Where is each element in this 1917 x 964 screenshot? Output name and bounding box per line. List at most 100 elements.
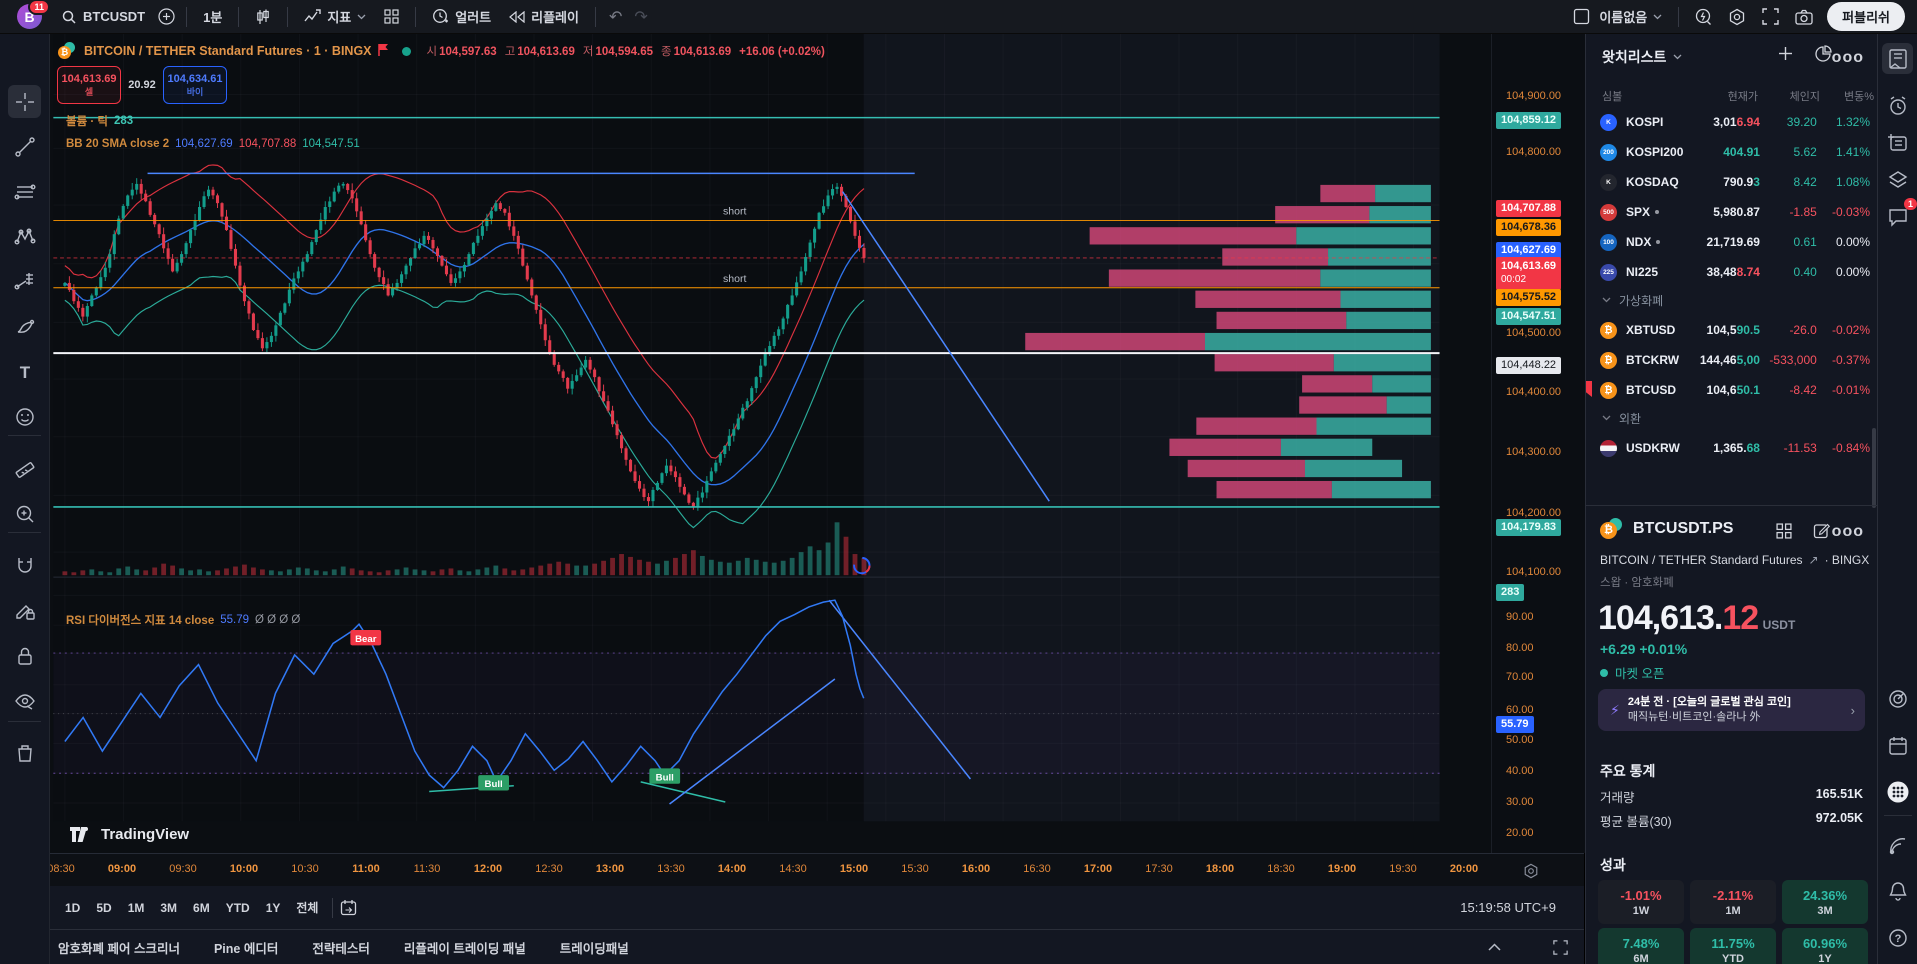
- hide-drawings-tool-button[interactable]: [8, 684, 41, 717]
- symbol-meta: 스왑 · 암호화폐: [1600, 577, 1674, 589]
- watchlist-add-icon[interactable]: [1777, 45, 1794, 67]
- calendar-panel-button[interactable]: [1882, 730, 1913, 761]
- range-button-1y[interactable]: 1Y: [259, 897, 288, 919]
- bottom-tab[interactable]: 암호화폐 페어 스크리너: [58, 938, 180, 957]
- volume-legend[interactable]: 볼륨 · 틱 283: [66, 113, 133, 129]
- external-link-icon[interactable]: ↗: [1809, 553, 1819, 567]
- zoom-in-tool-button[interactable]: [8, 497, 41, 530]
- alert-button[interactable]: 얼러트: [423, 3, 500, 31]
- watchlist-row[interactable]: 225 NI225 38,488.74 0.40 0.00%: [1586, 257, 1878, 287]
- bottom-tab[interactable]: 트레이딩패널: [560, 938, 629, 957]
- watchlist-row[interactable]: 200 KOSPI200 404.91 5.62 1.41%: [1586, 137, 1878, 167]
- indicators-button[interactable]: 지표: [295, 3, 375, 31]
- text-tool-button[interactable]: T: [8, 355, 41, 388]
- price-axis[interactable]: 104,900.00 104,859.12 104,800.00 104,707.88…: [1491, 33, 1585, 853]
- alerts-panel-button[interactable]: [1882, 90, 1913, 121]
- add-symbol-icon[interactable]: [158, 8, 175, 25]
- help-panel-button[interactable]: ?: [1882, 922, 1913, 953]
- redo-icon[interactable]: ↷: [628, 7, 653, 27]
- range-button-5d[interactable]: 5D: [89, 897, 118, 919]
- watchlist-row[interactable]: ₿ BTCUSD 104,650.1 -8.42 -0.01%: [1586, 375, 1878, 405]
- crosshair-tool-button[interactable]: [8, 85, 41, 118]
- range-button-1d[interactable]: 1D: [58, 897, 87, 919]
- symbol-edit-icon[interactable]: [1813, 522, 1831, 544]
- bottom-tab[interactable]: 리플레이 트레이딩 패널: [404, 938, 526, 957]
- panel-collapse-icon[interactable]: [1488, 943, 1501, 951]
- watchlist-scrollbar[interactable]: [1872, 428, 1876, 508]
- watchlist-panel-button[interactable]: [1882, 43, 1913, 74]
- indicator-templates-button[interactable]: [375, 3, 408, 31]
- magnet-tool-button[interactable]: [8, 549, 41, 582]
- watchlist-header[interactable]: 왓치리스트: [1602, 47, 1682, 67]
- symbol-grid-icon[interactable]: [1776, 523, 1792, 544]
- trend-line-tool-button[interactable]: [8, 130, 41, 163]
- object-tree-panel-button[interactable]: [1882, 164, 1913, 195]
- bottom-tab[interactable]: 전략테스터: [312, 938, 370, 957]
- range-button-1m[interactable]: 1M: [121, 897, 152, 919]
- chat-panel-button[interactable]: 1: [1882, 198, 1917, 232]
- chart-canvas[interactable]: short short Bear Bull Bull: [49, 33, 1491, 853]
- watchlist-heatmap-icon[interactable]: [1814, 45, 1832, 68]
- emoji-tool-button[interactable]: [8, 400, 41, 433]
- user-avatar[interactable]: B 11: [17, 0, 50, 29]
- chart-style-button[interactable]: [246, 3, 280, 31]
- xabcd-pattern-tool-button[interactable]: [8, 220, 41, 253]
- brush-tool-button[interactable]: [8, 310, 41, 343]
- sell-button[interactable]: 104,613.69 셀: [57, 66, 121, 104]
- range-button-6m[interactable]: 6M: [186, 897, 217, 919]
- layout-icon[interactable]: [1573, 8, 1590, 25]
- symbol-menu-icon[interactable]: ooo: [1832, 523, 1864, 541]
- bb-legend[interactable]: BB 20 SMA close 2 104,627.69 104,707.88 …: [66, 138, 360, 150]
- range-button-전체[interactable]: 전체: [289, 895, 325, 920]
- watchlist-section[interactable]: 가상화폐: [1586, 287, 1878, 313]
- watchlist-row[interactable]: ₿ BTCKRW 144,465,00 -533,000 -0.37%: [1586, 345, 1878, 375]
- apps-panel-button[interactable]: [1882, 776, 1913, 807]
- rsi-legend[interactable]: RSI 다이버전스 지표 14 close 55.79 Ø Ø Ø Ø: [66, 612, 300, 628]
- publish-button[interactable]: 퍼블리쉬: [1827, 2, 1905, 31]
- watchlist-row[interactable]: 100 NDX 21,719.69 0.61 0.00%: [1586, 227, 1878, 257]
- range-button-ytd[interactable]: YTD: [219, 897, 257, 919]
- watchlist-row[interactable]: ₿ XBTUSD 104,590.5 -26.0 -0.02%: [1586, 315, 1878, 345]
- watchlist-row[interactable]: USDKRW 1,365.68 -11.53 -0.84%: [1586, 433, 1878, 463]
- go-to-date-icon[interactable]: [340, 899, 357, 916]
- symbol-detail-header[interactable]: ₿ BTCUSDT.PS: [1600, 518, 1733, 540]
- camera-icon[interactable]: [1787, 9, 1821, 25]
- quick-search-icon[interactable]: [1686, 8, 1720, 26]
- symbol-search-button[interactable]: BTCUSDT: [52, 3, 154, 31]
- interval-button[interactable]: 1분: [194, 3, 231, 31]
- tradingview-watermark[interactable]: TradingView: [70, 826, 189, 843]
- prediction-fork-tool-button[interactable]: [8, 265, 41, 298]
- settings-gear-icon[interactable]: [1720, 8, 1754, 26]
- news-banner[interactable]: ⚡ 24분 전 · [오늘의 글로벌 관심 코인] 매직뉴턴·비트코인·솔라나 …: [1598, 689, 1865, 731]
- news-panel-button[interactable]: [1882, 127, 1913, 158]
- range-button-3m[interactable]: 3M: [153, 897, 184, 919]
- remove-drawings-tool-button[interactable]: [8, 736, 41, 769]
- watchlist-section[interactable]: 외환: [1586, 405, 1878, 431]
- lock-all-tool-button[interactable]: [8, 639, 41, 672]
- drawing-lock-tool-button[interactable]: [8, 594, 41, 627]
- fullscreen-icon[interactable]: [1754, 8, 1787, 25]
- panel-maximize-icon[interactable]: [1553, 939, 1568, 955]
- watchlist-row[interactable]: K KOSPI 3,016.94 39.20 1.32%: [1586, 107, 1878, 137]
- symbol-change-pct: 0.00%: [1835, 265, 1870, 279]
- parallel-channel-tool-button[interactable]: [8, 175, 41, 208]
- buy-button[interactable]: 104,634.61 바이: [163, 66, 227, 104]
- watchlist-menu-icon[interactable]: ooo: [1832, 49, 1864, 67]
- ruler-tool-button[interactable]: [8, 452, 41, 485]
- symbol-subtitle[interactable]: BITCOIN / TETHER Standard Futures ↗ · BI…: [1600, 553, 1869, 567]
- layout-name-button[interactable]: 이름없음: [1590, 3, 1671, 31]
- clock-timestamp[interactable]: 15:19:58 UTC+9: [1460, 900, 1556, 915]
- screener-panel-button[interactable]: [1882, 683, 1913, 714]
- replay-button[interactable]: 리플레이: [500, 3, 588, 31]
- bottom-tab[interactable]: Pine 에디터: [214, 938, 278, 957]
- undo-icon[interactable]: ↶: [603, 7, 628, 27]
- symbol-legend[interactable]: ₿ BITCOIN / TETHER Standard Futures · 1 …: [58, 42, 827, 60]
- timezone-settings-button[interactable]: [1520, 860, 1542, 882]
- data-feed-panel-button[interactable]: [1882, 830, 1913, 861]
- symbol-icon: 200: [1600, 143, 1617, 161]
- flag-icon[interactable]: [377, 43, 390, 59]
- time-axis[interactable]: 08:30 09:00 09:30 10:00 10:30 11:00 11:30 12:00…: [47, 853, 1584, 887]
- notifications-panel-button[interactable]: [1882, 875, 1913, 906]
- watchlist-row[interactable]: K KOSDAQ 790.93 8.42 1.08%: [1586, 167, 1878, 197]
- watchlist-row[interactable]: 500 SPX 5,980.87 -1.85 -0.03%: [1586, 197, 1878, 227]
